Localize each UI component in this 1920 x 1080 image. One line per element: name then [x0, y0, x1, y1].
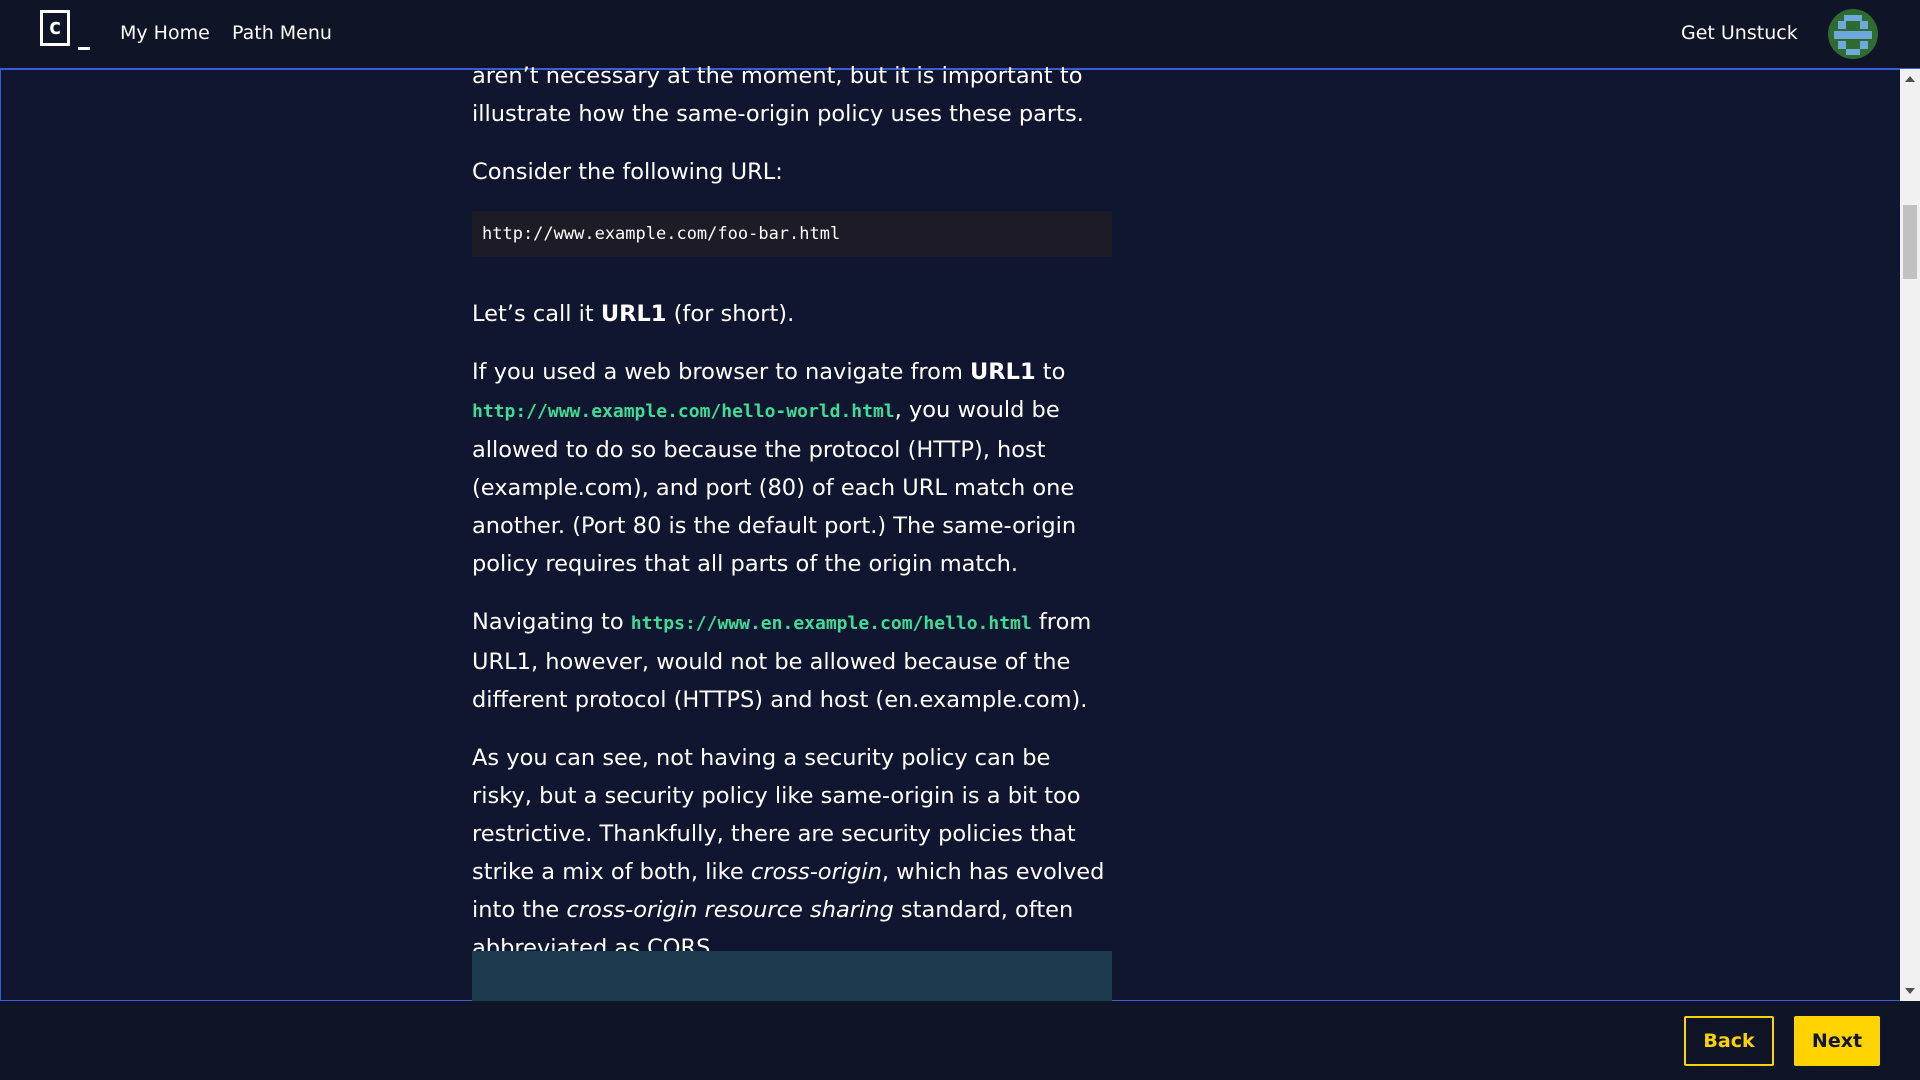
vertical-scrollbar[interactable] [1900, 69, 1920, 1001]
paragraph-cors: As you can see, not having a security po… [472, 739, 1112, 967]
paragraph-navigate-different-origin: Navigating to https://www.en.example.com… [472, 603, 1112, 719]
inline-code-hello-world: http://www.example.com/hello-world.html [472, 401, 895, 422]
paragraph-navigate-same-origin: If you used a web browser to navigate fr… [472, 353, 1112, 583]
avatar-pixel [1838, 41, 1846, 49]
avatar-pixel [1860, 21, 1868, 29]
lesson-article: aren’t necessary at the moment, but it i… [472, 57, 1112, 987]
avatar-pixel [1834, 31, 1872, 39]
logo-mark: c [40, 10, 70, 46]
scroll-up-arrow-icon[interactable] [1905, 76, 1915, 82]
avatar-pixel [1846, 49, 1860, 55]
scrollbar-thumb[interactable] [1903, 205, 1917, 279]
paragraph-url1: Let’s call it URL1 (for short). [472, 295, 1112, 333]
lesson-footer: Back Next [0, 1001, 1920, 1080]
italic-text: cross-origin [750, 859, 882, 885]
nav-my-home[interactable]: My Home [120, 22, 210, 44]
get-unstuck-link[interactable]: Get Unstuck [1681, 22, 1798, 44]
code-block-url1: http://www.example.com/foo-bar.html [472, 211, 1112, 257]
text: (for short). [666, 301, 795, 327]
italic-text: cross-origin resource sharing [566, 897, 894, 923]
text: to [1035, 359, 1066, 385]
back-button[interactable]: Back [1684, 1016, 1774, 1066]
bold-text: URL1 [970, 359, 1036, 385]
inline-code-en-example: https://www.en.example.com/hello.html [630, 613, 1032, 634]
text: Navigating to [472, 609, 631, 635]
avatar-pixel [1860, 41, 1868, 49]
scroll-down-arrow-icon[interactable] [1905, 988, 1915, 994]
bold-text: URL1 [600, 301, 667, 327]
content-callout-block [472, 951, 1112, 1001]
avatar-pixel [1838, 21, 1846, 29]
next-button[interactable]: Next [1794, 1016, 1880, 1066]
codecademy-logo[interactable]: c [40, 10, 92, 52]
avatar[interactable] [1828, 9, 1878, 59]
text: , you would be allowed to do so because … [472, 397, 1077, 577]
paragraph-consider-url: Consider the following URL: [472, 159, 783, 185]
nav-path-menu[interactable]: Path Menu [232, 22, 332, 44]
paragraph-intro: aren’t necessary at the moment, but it i… [472, 63, 1084, 127]
text: Let’s call it [472, 301, 601, 327]
text: If you used a web browser to navigate fr… [472, 359, 971, 385]
logo-cursor [78, 47, 90, 50]
